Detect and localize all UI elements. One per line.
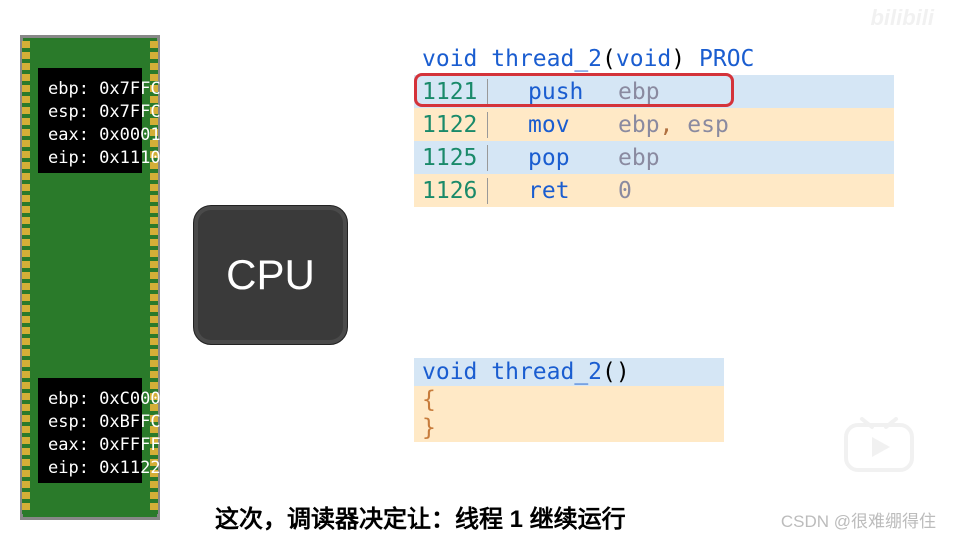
reg-eax-1: eax: 0x0001	[48, 124, 132, 147]
reg-ebp-1: ebp: 0x7FFC	[48, 78, 132, 101]
fn-name: thread_2	[491, 46, 602, 72]
ram-pins-left	[22, 41, 30, 514]
mnemonic: pop	[488, 145, 618, 171]
c-rbrace-row: }	[414, 414, 724, 442]
operands: ebp, esp	[618, 112, 729, 138]
reg-eip-2: eip: 0x1122	[48, 457, 132, 480]
c-source-block: void thread_2() { }	[414, 358, 724, 442]
credit-text: CSDN @很难绷得住	[781, 507, 936, 532]
c-fn-name: thread_2	[491, 359, 602, 385]
ram-chip-2: ebp: 0xC000 esp: 0xBFFC eax: 0xFFFF eip:…	[38, 378, 142, 483]
operands: 0	[618, 178, 632, 204]
mnemonic: push	[488, 79, 618, 105]
c-parens: ()	[602, 359, 630, 385]
rbrace: }	[422, 415, 436, 441]
c-lbrace-row: {	[414, 386, 724, 414]
reg-ebp-2: ebp: 0xC000	[48, 388, 132, 411]
asm-block: void thread_2(void) PROC 1121pushebp1122…	[414, 43, 894, 207]
line-no: 1125	[420, 145, 488, 171]
ram-stick: ebp: 0x7FFC esp: 0x7FFC eax: 0x0001 eip:…	[20, 35, 160, 520]
reg-esp-2: esp: 0xBFFC	[48, 411, 132, 434]
cpu-chip: CPU	[193, 205, 348, 345]
mnemonic: mov	[488, 112, 618, 138]
kw-void-param: void	[616, 46, 671, 72]
asm-row: 1121pushebp	[414, 75, 894, 108]
kw-void: void	[422, 46, 477, 72]
line-no: 1126	[420, 178, 488, 204]
asm-rows: 1121pushebp1122movebp, esp1125popebp1126…	[414, 75, 894, 207]
reg-eip-1: eip: 0x1110	[48, 147, 132, 170]
asm-row: 1122movebp, esp	[414, 108, 894, 141]
cpu-label: CPU	[226, 251, 315, 299]
mnemonic: ret	[488, 178, 618, 204]
asm-signature: void thread_2(void) PROC	[414, 43, 894, 75]
reg-esp-1: esp: 0x7FFC	[48, 101, 132, 124]
lparen: (	[602, 46, 616, 72]
bilibili-watermark: bilibili	[870, 5, 934, 31]
reg-eax-2: eax: 0xFFFF	[48, 434, 132, 457]
c-signature: void thread_2()	[414, 358, 724, 386]
play-icon	[844, 417, 914, 472]
kw-proc: PROC	[699, 46, 754, 72]
line-no: 1122	[420, 112, 488, 138]
caption-text: 这次，调读器决定让：线程 1 继续运行	[215, 499, 626, 534]
operands: ebp	[618, 79, 660, 105]
c-kw-void: void	[422, 359, 477, 385]
line-no: 1121	[420, 79, 488, 105]
lbrace: {	[422, 387, 436, 413]
asm-row: 1125popebp	[414, 141, 894, 174]
asm-row: 1126ret0	[414, 174, 894, 207]
operands: ebp	[618, 145, 660, 171]
ram-chip-1: ebp: 0x7FFC esp: 0x7FFC eax: 0x0001 eip:…	[38, 68, 142, 173]
rparen: )	[671, 46, 685, 72]
